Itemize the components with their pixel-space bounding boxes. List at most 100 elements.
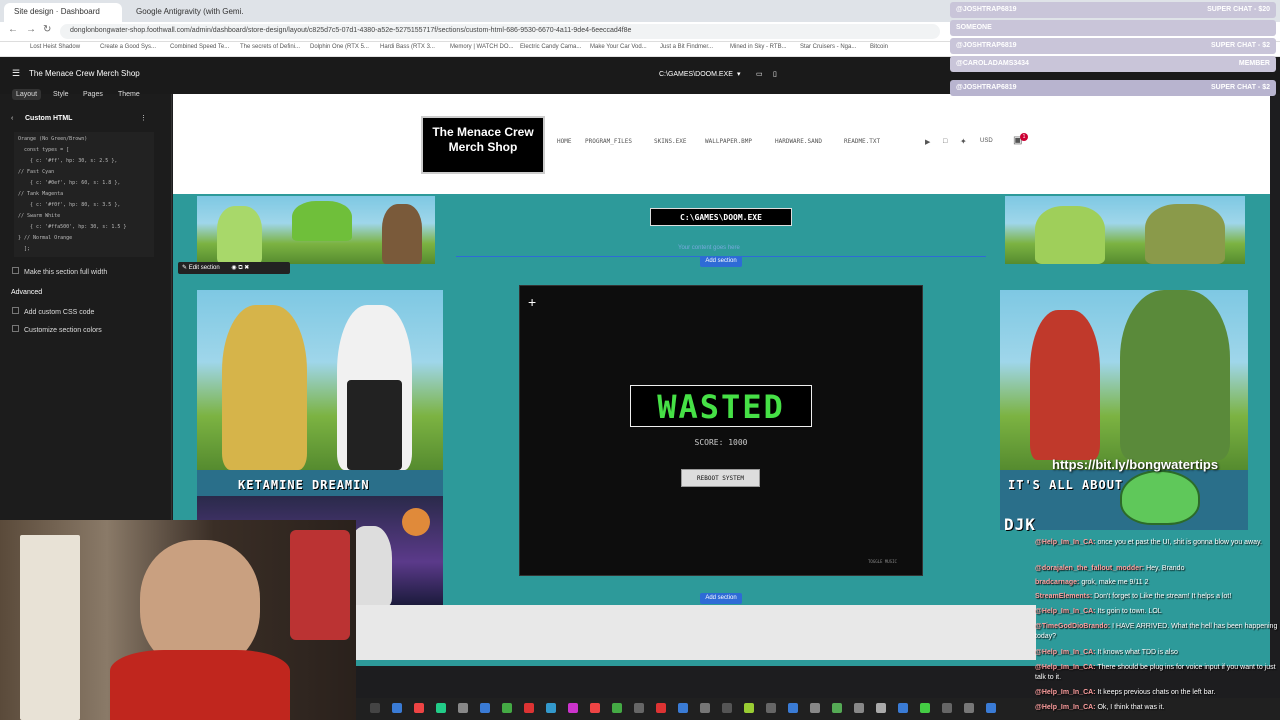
bookmark-item[interactable]: Dolphin One (RTX 5... [310, 44, 369, 50]
stream-alert: @JOSHTRAP6819 SUPER CHAT - $2 [950, 80, 1276, 96]
chat-message: @Help_Im_In_CA: There should be plug ins… [1035, 663, 1278, 683]
taskbar-app-icon[interactable] [986, 703, 996, 713]
bookmark-item[interactable]: Lost Heist Shadow [30, 44, 80, 50]
taskbar-app-icon[interactable] [392, 703, 402, 713]
bookmark-item[interactable]: The secrets of Defini... [240, 44, 300, 50]
back-icon[interactable]: ← [8, 24, 18, 35]
taskbar-app-icon[interactable] [678, 703, 688, 713]
code-line: } // Normal Orange [18, 235, 73, 241]
tab-style[interactable]: Style [53, 91, 69, 98]
nav-link-skins-exe[interactable]: SKINS.EXE [654, 138, 687, 145]
chevron-down-icon[interactable]: ▾ [737, 70, 741, 78]
taskbar-app-icon[interactable] [546, 703, 556, 713]
taskbar-app-icon[interactable] [788, 703, 798, 713]
art-panel-ketamine [197, 290, 443, 470]
taskbar-app-icon[interactable] [744, 703, 754, 713]
toggle-music-button[interactable]: TOGGLE MUSIC [868, 559, 897, 564]
taskbar-app-icon[interactable] [964, 703, 974, 713]
bookmark-item[interactable]: Hardi Bass (RTX 3... [380, 44, 435, 50]
chat-message: @Help_Im_In_CA: Its goin to town. LOL [1035, 607, 1278, 617]
more-options-icon[interactable]: ⋮ [140, 114, 147, 122]
taskbar-app-icon[interactable] [436, 703, 446, 713]
delete-icon[interactable]: ✖ [244, 265, 249, 271]
code-editor[interactable]: Orange (No Green/Brown) const types = [ … [14, 132, 154, 257]
taskbar-app-icon[interactable] [766, 703, 776, 713]
browser-tab-site-design[interactable]: Site design · Dashboard [4, 3, 122, 22]
menu-icon[interactable]: ☰ [12, 68, 20, 79]
duplicate-icon[interactable]: ⧉ [238, 265, 242, 271]
taskbar-app-icon[interactable] [590, 703, 600, 713]
reboot-system-button[interactable]: REBOOT SYSTEM [681, 469, 760, 487]
address-bar[interactable]: donglonbongwater-shop.foothwall.com/admi… [60, 24, 940, 39]
taskbar-app-icon[interactable] [876, 703, 886, 713]
taskbar-app-icon[interactable] [524, 703, 534, 713]
chat-user: @Help_Im_In_CA: [1035, 689, 1096, 696]
twitter-icon[interactable]: ✦ [960, 137, 967, 146]
chat-text: Its goin to town. LOL [1097, 608, 1162, 615]
customize-colors-toggle[interactable]: Customize section colors [12, 325, 102, 334]
taskbar-app-icon[interactable] [634, 703, 644, 713]
bookmark-item[interactable]: Combined Speed Te... [170, 44, 229, 50]
edit-icon[interactable]: ✎ [182, 265, 187, 271]
visibility-icon[interactable]: ◉ [231, 265, 236, 271]
nav-link-program-files[interactable]: PROGRAM_FILES [585, 138, 632, 145]
taskbar-app-icon[interactable] [656, 703, 666, 713]
alert-label: MEMBER [1238, 60, 1270, 67]
nav-link-readme-txt[interactable]: README.TXT [844, 138, 880, 145]
twitch-icon[interactable]: □ [943, 138, 947, 145]
game-canvas[interactable] [519, 285, 923, 576]
custom-css-toggle[interactable]: Add custom CSS code [12, 307, 94, 316]
taskbar-app-icon[interactable] [568, 703, 578, 713]
currency-selector[interactable]: USD [980, 138, 993, 144]
taskbar-app-icon[interactable] [942, 703, 952, 713]
edit-section-toolbar[interactable]: ✎ Edit section ◉ ⧉ ✖ [178, 262, 290, 274]
reload-icon[interactable]: ↻ [43, 24, 51, 35]
store-logo[interactable]: The Menace Crew Merch Shop [421, 116, 545, 174]
bookmark-item[interactable]: Make Your Car Vod... [590, 44, 647, 50]
frog-mascot [1120, 470, 1200, 525]
youtube-icon[interactable]: ▶ [925, 138, 930, 146]
nav-link-home[interactable]: HOME [557, 138, 571, 145]
chat-message: @Help_Im_In_CA: Ok, I think that was it. [1035, 703, 1278, 713]
taskbar-app-icon[interactable] [458, 703, 468, 713]
wasted-banner: WASTED [630, 385, 812, 427]
edit-section-label[interactable]: Edit section [189, 265, 220, 271]
taskbar-app-icon[interactable] [854, 703, 864, 713]
taskbar-app-icon[interactable] [414, 703, 424, 713]
taskbar-app-icon[interactable] [480, 703, 490, 713]
code-line: Orange (No Green/Brown) [18, 136, 88, 142]
taskbar-app-icon[interactable] [370, 703, 380, 713]
browser-tab-antigravity[interactable]: Google Antigravity (with Gemi... [126, 3, 244, 22]
desktop-icon[interactable]: ▭ [756, 70, 763, 78]
taskbar-app-icon[interactable] [810, 703, 820, 713]
taskbar-app-icon[interactable] [612, 703, 622, 713]
device-selector[interactable]: C:\GAMES\DOOM.EXE [659, 71, 733, 78]
add-section-button-top[interactable]: Add section [700, 256, 742, 267]
bookmark-item[interactable]: Electric Candy Cama... [520, 44, 581, 50]
bookmark-item[interactable]: Memory | WATCH DO... [450, 44, 514, 50]
mobile-icon[interactable]: ▯ [773, 70, 777, 78]
nav-link-hardware-sand[interactable]: HARDWARE.SAND [775, 138, 822, 145]
nav-link-wallpaper-bmp[interactable]: WALLPAPER.BMP [705, 138, 752, 145]
bookmark-item[interactable]: Create a Good Sys... [100, 44, 156, 50]
bookmark-item[interactable]: Just a Bit Findmer... [660, 44, 713, 50]
tab-layout[interactable]: Layout [12, 89, 42, 100]
tab-theme[interactable]: Theme [118, 91, 140, 98]
chat-user: @Help_Im_In_CA: [1035, 539, 1096, 546]
taskbar-app-icon[interactable] [832, 703, 842, 713]
bookmark-item[interactable]: Star Cruisers - Nga... [800, 44, 856, 50]
forward-icon[interactable]: → [26, 24, 36, 35]
bookmark-item[interactable]: Mined in Sky - RTB... [730, 44, 787, 50]
bookmark-item[interactable]: Bitcoin [870, 44, 888, 50]
full-width-toggle[interactable]: Make this section full width [12, 267, 107, 276]
taskbar-app-icon[interactable] [502, 703, 512, 713]
chat-message: @Help_Im_In_CA: It knows what TDD is als… [1035, 648, 1278, 658]
taskbar-app-icon[interactable] [898, 703, 908, 713]
taskbar-app-icon[interactable] [700, 703, 710, 713]
back-arrow-icon[interactable]: ‹ [11, 115, 13, 122]
taskbar-app-icon[interactable] [920, 703, 930, 713]
stream-alert: @JOSHTRAP6819 SUPER CHAT - $20 [950, 2, 1276, 18]
tab-pages[interactable]: Pages [83, 91, 103, 98]
add-section-button-bottom[interactable]: Add section [700, 593, 742, 604]
taskbar-app-icon[interactable] [722, 703, 732, 713]
